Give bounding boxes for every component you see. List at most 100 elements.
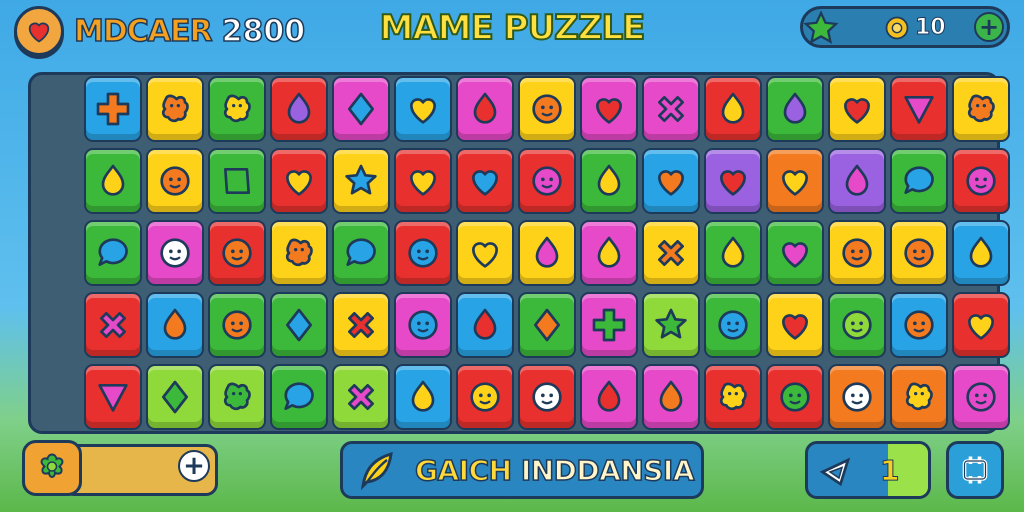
tile-face[interactable] [518,364,576,430]
add-coins-button[interactable]: + [974,12,1004,42]
tile-drop[interactable] [518,220,576,286]
face-icon [222,238,252,268]
tile-face[interactable] [952,364,1010,430]
tile-heart[interactable] [952,292,1010,358]
heart-icon [968,314,994,340]
tile-drop[interactable] [952,220,1010,286]
tile-x[interactable] [332,292,390,358]
tile-heart[interactable] [766,148,824,214]
tile-x[interactable] [642,220,700,286]
tile-heart[interactable] [580,76,638,142]
mission-text: GAICH INDDANSIA [414,453,695,488]
tile-drop[interactable] [456,76,514,142]
tile-drop[interactable] [704,76,762,142]
tile-face[interactable] [952,148,1010,214]
heart-icon [410,170,436,196]
drop-icon [287,92,311,124]
tile-drop[interactable] [828,148,886,214]
blob-icon [905,382,933,411]
tile-drop[interactable] [456,292,514,358]
tile-heart[interactable] [766,220,824,286]
tile-face[interactable] [704,292,762,358]
tile-heart[interactable] [704,148,762,214]
face-icon [904,310,934,340]
drop-icon [163,308,187,340]
tile-blob[interactable] [270,220,328,286]
tile-triangle[interactable] [84,364,142,430]
tile-blob[interactable] [146,76,204,142]
tile-face[interactable] [828,220,886,286]
heart-icon [286,170,312,196]
tile-blob[interactable] [952,76,1010,142]
tile-face[interactable] [208,292,266,358]
tile-drop[interactable] [394,364,452,430]
tile-heart[interactable] [456,220,514,286]
add-powerup-button[interactable]: + [178,450,210,482]
mission-banner[interactable]: GAICH INDDANSIA [340,441,704,499]
triangle-icon [904,96,934,124]
powerup-button[interactable] [22,440,82,496]
heart-icon [844,98,870,124]
tile-drop[interactable] [146,292,204,358]
tile-diamond[interactable] [332,76,390,142]
tile-square[interactable] [208,148,266,214]
tile-face[interactable] [146,220,204,286]
tile-diamond[interactable] [270,292,328,358]
tile-heart[interactable] [270,148,328,214]
tile-face[interactable] [890,292,948,358]
tile-face[interactable] [890,220,948,286]
tile-x[interactable] [332,364,390,430]
tile-cross[interactable] [84,76,142,142]
tile-drop[interactable] [270,76,328,142]
tile-drop[interactable] [766,76,824,142]
tile-face[interactable] [518,148,576,214]
tile-drop[interactable] [704,220,762,286]
tile-blob[interactable] [890,364,948,430]
tile-face[interactable] [394,292,452,358]
tile-drop[interactable] [580,148,638,214]
tile-heart[interactable] [766,292,824,358]
tile-star[interactable] [642,292,700,358]
tile-blob[interactable] [208,76,266,142]
tile-bubble[interactable] [270,364,328,430]
tile-heart[interactable] [642,148,700,214]
tile-face[interactable] [828,292,886,358]
tile-bubble[interactable] [890,148,948,214]
tile-face[interactable] [828,364,886,430]
tile-heart[interactable] [828,76,886,142]
tile-drop[interactable] [642,364,700,430]
tile-x[interactable] [642,76,700,142]
tile-heart[interactable] [394,148,452,214]
drop-icon [659,380,683,412]
face-icon [470,382,500,412]
tile-triangle[interactable] [890,76,948,142]
shuffle-button[interactable] [946,441,1004,499]
tile-heart[interactable] [394,76,452,142]
tile-cross[interactable] [580,292,638,358]
blob-icon [223,94,251,123]
tile-face[interactable] [394,220,452,286]
tile-face[interactable] [518,76,576,142]
cross-icon [592,308,626,342]
tile-bubble[interactable] [84,220,142,286]
tile-heart[interactable] [456,148,514,214]
tile-blob[interactable] [208,364,266,430]
tile-drop[interactable] [580,220,638,286]
tile-diamond[interactable] [518,292,576,358]
tile-face[interactable] [456,364,514,430]
star-icon [655,308,687,339]
tile-drop[interactable] [580,364,638,430]
tile-diamond[interactable] [146,364,204,430]
tile-blob[interactable] [704,364,762,430]
tile-star[interactable] [332,148,390,214]
currency-panel: 10 + [800,6,1010,48]
face-icon [718,310,748,340]
tile-face[interactable] [766,364,824,430]
tile-drop[interactable] [84,148,142,214]
tile-x[interactable] [84,292,142,358]
tile-face[interactable] [208,220,266,286]
blob-icon [285,238,313,267]
x-icon [348,384,374,410]
tile-face[interactable] [146,148,204,214]
tile-bubble[interactable] [332,220,390,286]
